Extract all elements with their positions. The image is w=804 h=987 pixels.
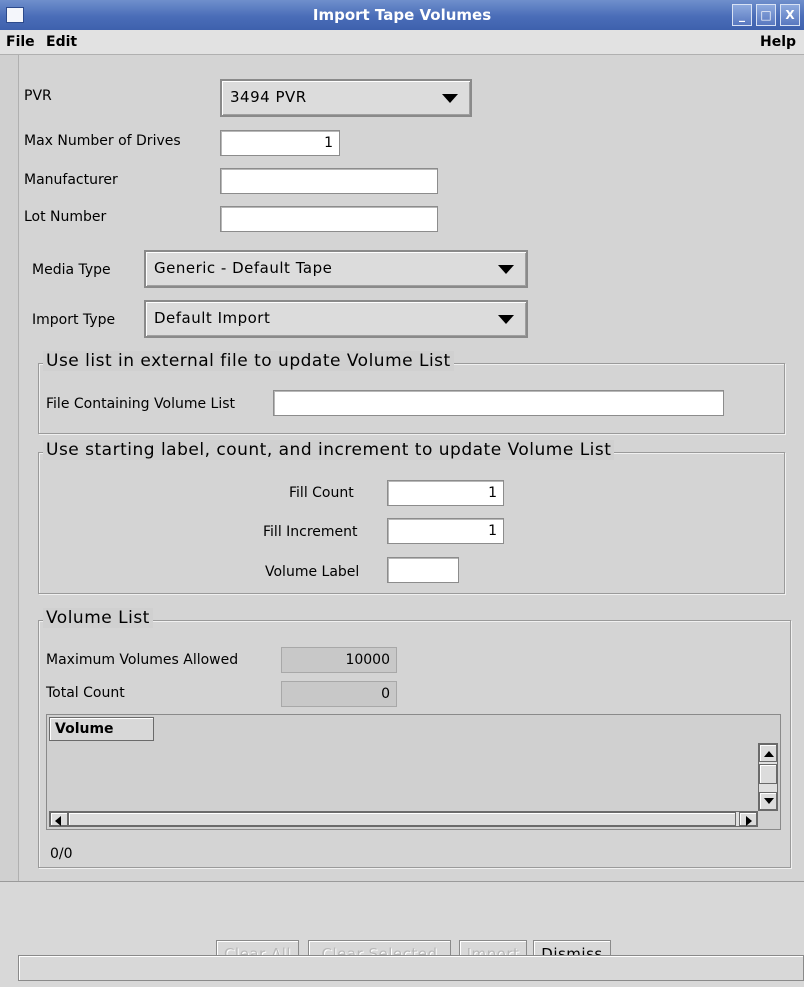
window-title: Import Tape Volumes xyxy=(312,6,492,24)
scroll-up-button[interactable] xyxy=(759,744,777,762)
max-volumes-value: 10000 xyxy=(281,647,397,673)
fill-count-label: Fill Count xyxy=(289,485,354,501)
arrow-right-icon xyxy=(746,816,752,826)
external-file-group-title: Use list in external file to update Volu… xyxy=(43,351,454,371)
fill-increment-input[interactable]: 1 xyxy=(387,518,504,544)
pvr-selected-value: 3494 PVR xyxy=(230,88,307,106)
menu-bar: File Edit Help xyxy=(0,30,804,55)
max-volumes-label: Maximum Volumes Allowed xyxy=(46,652,239,668)
manufacturer-label: Manufacturer xyxy=(24,172,118,188)
scroll-right-button[interactable] xyxy=(739,812,757,826)
chevron-down-icon xyxy=(498,315,514,324)
chevron-down-icon xyxy=(442,94,458,103)
volume-label-label: Volume Label xyxy=(265,564,360,580)
vertical-scroll-thumb[interactable] xyxy=(759,764,777,784)
volume-table[interactable]: Volume xyxy=(46,714,781,830)
import-type-select[interactable]: Default Import xyxy=(144,300,528,338)
fill-increment-label: Fill Increment xyxy=(263,524,358,540)
pvr-label: PVR xyxy=(24,88,52,104)
total-count-label: Total Count xyxy=(46,685,125,701)
total-count-value: 0 xyxy=(281,681,397,707)
media-type-select[interactable]: Generic - Default Tape xyxy=(144,250,528,288)
import-type-label: Import Type xyxy=(32,312,116,328)
maximize-icon[interactable]: □ xyxy=(756,4,776,26)
file-containing-volume-list-input[interactable] xyxy=(273,390,724,416)
horizontal-scrollbar[interactable] xyxy=(49,811,758,827)
file-containing-volume-list-label: File Containing Volume List xyxy=(46,396,236,412)
lot-number-label: Lot Number xyxy=(24,209,107,225)
arrow-down-icon xyxy=(764,798,774,804)
volume-column-header[interactable]: Volume xyxy=(49,717,154,741)
manufacturer-input[interactable] xyxy=(220,168,438,194)
menu-edit[interactable]: Edit xyxy=(46,34,77,50)
import-tape-volumes-window: Import Tape Volumes _ □ X File Edit Help… xyxy=(0,0,804,987)
title-bar[interactable]: Import Tape Volumes _ □ X xyxy=(0,0,804,30)
fill-group-title: Use starting label, count, and increment… xyxy=(43,440,615,460)
horizontal-scroll-thumb[interactable] xyxy=(68,812,736,826)
left-margin xyxy=(0,55,19,881)
pvr-select[interactable]: 3494 PVR xyxy=(220,79,472,117)
menu-file[interactable]: File xyxy=(6,34,35,50)
scroll-down-button[interactable] xyxy=(759,792,777,810)
volume-list-group-title: Volume List xyxy=(43,608,153,628)
vertical-scrollbar[interactable] xyxy=(758,743,778,811)
lot-number-input[interactable] xyxy=(220,206,438,232)
chevron-down-icon xyxy=(498,265,514,274)
max-drives-label: Max Number of Drives xyxy=(24,133,181,149)
fill-count-input[interactable]: 1 xyxy=(387,480,504,506)
media-type-selected-value: Generic - Default Tape xyxy=(154,259,333,277)
minimize-icon[interactable]: _ xyxy=(732,4,752,26)
media-type-label: Media Type xyxy=(32,262,111,278)
import-type-selected-value: Default Import xyxy=(154,309,271,327)
arrow-left-icon xyxy=(55,816,61,826)
status-bar xyxy=(18,955,804,981)
scroll-left-button[interactable] xyxy=(50,812,68,826)
arrow-up-icon xyxy=(764,751,774,757)
menu-help[interactable]: Help xyxy=(760,34,796,50)
volume-list-position: 0/0 xyxy=(50,846,73,862)
close-icon[interactable]: X xyxy=(780,4,800,26)
max-drives-input[interactable]: 1 xyxy=(220,130,340,156)
volume-label-input[interactable] xyxy=(387,557,459,583)
